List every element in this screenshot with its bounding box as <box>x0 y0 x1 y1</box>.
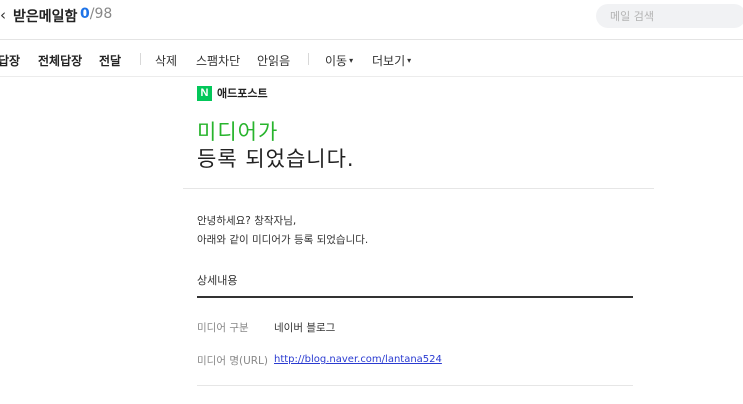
media-url-link[interactable]: http://blog.naver.com/lantana524 <box>274 354 442 365</box>
more-label: 더보기 <box>372 54 406 68</box>
divider <box>183 188 654 189</box>
headline-line1: 미디어가 <box>197 120 279 144</box>
total-count: 98 <box>94 6 113 22</box>
mailbox-title[interactable]: 받은메일함 <box>13 6 77 26</box>
divider <box>197 385 633 386</box>
mail-count: 0/98 <box>80 6 112 22</box>
adpost-logo: N 애드포스트 <box>197 85 268 101</box>
caret-down-icon: ▾ <box>407 56 412 65</box>
detail-label-media-type: 미디어 구분 <box>197 322 249 334</box>
logo-text: 애드포스트 <box>217 87 268 100</box>
search-input[interactable] <box>596 4 743 28</box>
intro-line2: 아래와 같이 미디어가 등록 되었습니다. <box>197 234 369 246</box>
move-label: 이동 <box>325 54 348 68</box>
headline-line2: 등록 되었습니다. <box>197 147 355 171</box>
reply-button[interactable]: 답장 <box>0 52 20 69</box>
section-title: 상세내용 <box>197 274 238 287</box>
mark-unread-button[interactable]: 안읽음 <box>257 52 290 69</box>
section-divider <box>197 296 633 298</box>
caret-down-icon: ▾ <box>349 56 354 65</box>
mail-header: ‹ 받은메일함 0/98 <box>0 0 743 40</box>
forward-button[interactable]: 전달 <box>99 52 121 69</box>
detail-value-media-type: 네이버 블로그 <box>274 322 336 334</box>
detail-label-media-url: 미디어 명(URL) <box>197 355 269 367</box>
move-dropdown[interactable]: 이동 ▾ <box>325 52 353 69</box>
chevron-left-icon[interactable]: ‹ <box>0 6 6 24</box>
block-spam-button[interactable]: 스팸차단 <box>196 52 240 69</box>
intro-line1: 안녕하세요? 창작자님, <box>197 215 297 227</box>
intro-text: 안녕하세요? 창작자님, 아래와 같이 미디어가 등록 되었습니다. <box>197 212 368 250</box>
unread-count: 0 <box>80 6 90 22</box>
naver-n-icon: N <box>197 85 212 101</box>
mail-toolbar: 답장 전체답장 전달 삭제 스팸차단 안읽음 이동 ▾ 더보기 ▾ <box>0 41 743 77</box>
toolbar-divider <box>140 53 141 65</box>
delete-button[interactable]: 삭제 <box>155 52 177 69</box>
reply-all-button[interactable]: 전체답장 <box>38 52 82 69</box>
toolbar-divider <box>308 53 309 65</box>
more-dropdown[interactable]: 더보기 ▾ <box>372 52 411 69</box>
